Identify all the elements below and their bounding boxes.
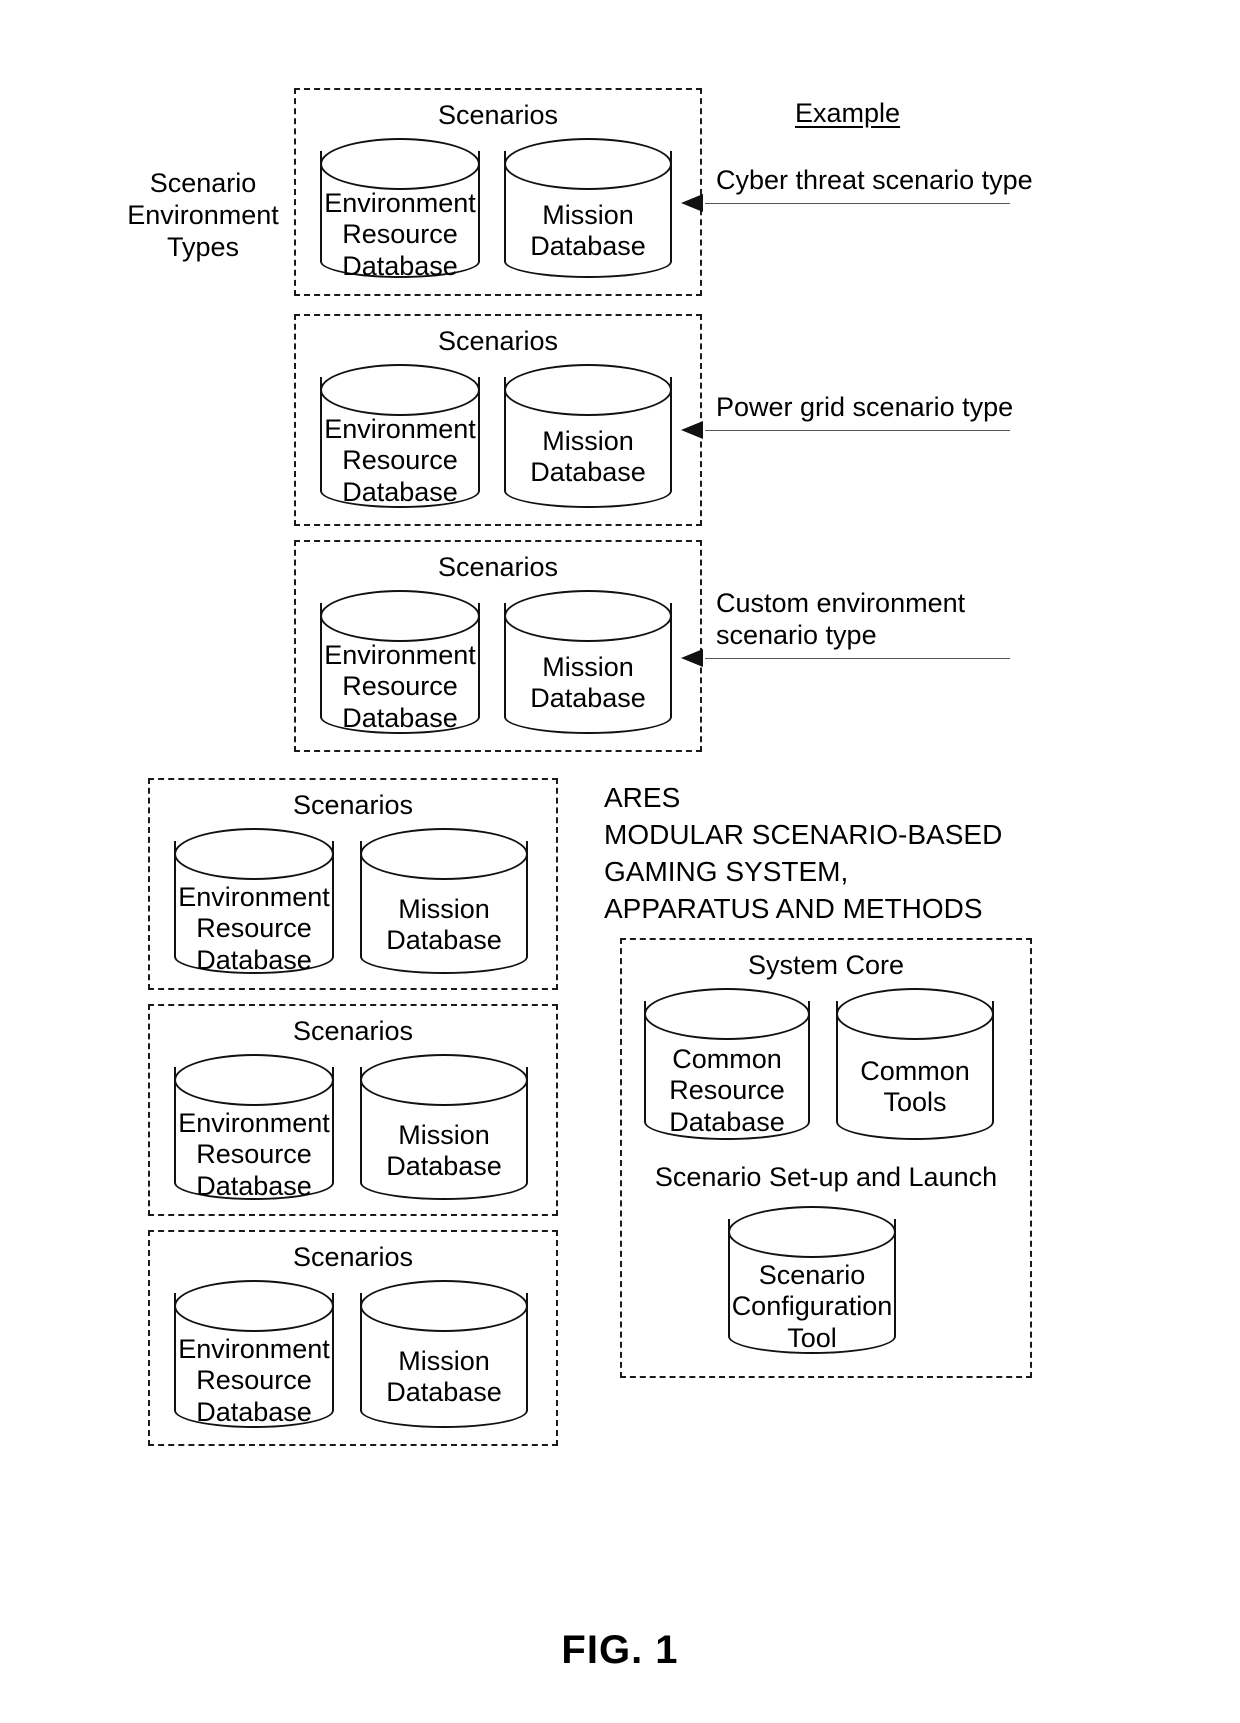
scenarios-title: Scenarios bbox=[292, 790, 414, 820]
scenarios-title: Scenarios bbox=[437, 552, 559, 582]
cylinder-label: Mission Database bbox=[386, 894, 502, 956]
cylinder-label: Mission Database bbox=[530, 652, 646, 714]
cylinder-top-ellipse bbox=[504, 138, 672, 190]
environment-resource-database: Environment Resource Database bbox=[174, 1054, 334, 1201]
callout-leader-line-3 bbox=[705, 658, 1010, 659]
scenarios-title: Scenarios bbox=[437, 326, 559, 356]
cylinder-top-ellipse bbox=[644, 988, 810, 1040]
environment-resource-database: Environment Resource Database bbox=[174, 828, 334, 975]
common-resource-database: Common Resource Database bbox=[644, 988, 810, 1140]
cylinder-top-ellipse bbox=[360, 1054, 528, 1106]
scenarios-title: Scenarios bbox=[292, 1242, 414, 1272]
scenario-configuration-tool: Scenario Configuration Tool bbox=[728, 1206, 896, 1354]
scenario-instance-box-1: Scenarios Environment Resource Database … bbox=[148, 778, 558, 990]
cylinder-top-ellipse bbox=[504, 590, 672, 642]
callout-leader-line-2 bbox=[705, 430, 1010, 431]
cylinder-label: Environment Resource Database bbox=[178, 1108, 330, 1201]
cylinder-top-ellipse bbox=[174, 828, 334, 880]
environment-resource-database: Environment Resource Database bbox=[320, 590, 480, 734]
system-title-block: ARES MODULAR SCENARIO-BASED GAMING SYSTE… bbox=[604, 782, 1003, 924]
mission-database: Mission Database bbox=[504, 364, 672, 508]
callout-arrow-head-2 bbox=[681, 421, 703, 439]
cylinder-label: Environment Resource Database bbox=[324, 414, 476, 507]
scenario-instance-box-2: Scenarios Environment Resource Database … bbox=[148, 1004, 558, 1216]
scenario-type-box-2: Scenarios Environment Resource Database … bbox=[294, 314, 702, 526]
cylinder-label: Mission Database bbox=[386, 1120, 502, 1182]
system-core-title: System Core bbox=[747, 950, 905, 980]
cylinder-top-ellipse bbox=[836, 988, 994, 1040]
scenarios-title: Scenarios bbox=[437, 100, 559, 130]
cylinder-top-ellipse bbox=[728, 1206, 896, 1258]
cylinder-top-ellipse bbox=[174, 1280, 334, 1332]
callout-arrow-head-1 bbox=[681, 194, 703, 212]
cylinder-top-ellipse bbox=[360, 1280, 528, 1332]
system-core-box: System Core Common Resource Database Com… bbox=[620, 938, 1032, 1378]
cylinder-label: Environment Resource Database bbox=[178, 882, 330, 975]
mission-database: Mission Database bbox=[360, 828, 528, 974]
cylinder-label: Mission Database bbox=[386, 1346, 502, 1408]
scenario-instance-box-3: Scenarios Environment Resource Database … bbox=[148, 1230, 558, 1446]
callout-arrow-head-3 bbox=[681, 649, 703, 667]
example-heading: Example bbox=[795, 98, 901, 128]
figure-caption: FIG. 1 bbox=[561, 1628, 679, 1672]
cylinder-label: Common Resource Database bbox=[669, 1044, 785, 1137]
mission-database: Mission Database bbox=[360, 1054, 528, 1200]
environment-resource-database: Environment Resource Database bbox=[320, 364, 480, 508]
cylinder-label: Scenario Configuration Tool bbox=[731, 1260, 893, 1353]
cylinder-label: Mission Database bbox=[530, 200, 646, 262]
cylinder-top-ellipse bbox=[320, 590, 480, 642]
mission-database: Mission Database bbox=[504, 590, 672, 734]
callout-label-custom-environment: Custom environment scenario type bbox=[716, 588, 966, 650]
cylinder-label: Common Tools bbox=[860, 1056, 970, 1118]
environment-resource-database: Environment Resource Database bbox=[320, 138, 480, 281]
scenario-environment-types-label: Scenario Environment Types bbox=[127, 168, 279, 262]
cylinder-label: Mission Database bbox=[530, 426, 646, 488]
environment-resource-database: Environment Resource Database bbox=[174, 1280, 334, 1428]
mission-database: Mission Database bbox=[360, 1280, 528, 1428]
scenario-setup-and-launch-title: Scenario Set-up and Launch bbox=[654, 1162, 998, 1192]
mission-database: Mission Database bbox=[504, 138, 672, 278]
cylinder-top-ellipse bbox=[504, 364, 672, 416]
cylinder-top-ellipse bbox=[320, 364, 480, 416]
figure-page: Scenario Environment Types Example Scena… bbox=[0, 0, 1240, 1723]
cylinder-label: Environment Resource Database bbox=[324, 188, 476, 281]
callout-label-cyber-threat: Cyber threat scenario type bbox=[716, 165, 1033, 195]
callout-leader-line-1 bbox=[705, 203, 1010, 204]
cylinder-label: Environment Resource Database bbox=[178, 1334, 330, 1427]
cylinder-top-ellipse bbox=[360, 828, 528, 880]
scenario-type-box-1: Scenarios Environment Resource Database … bbox=[294, 88, 702, 296]
scenarios-title: Scenarios bbox=[292, 1016, 414, 1046]
cylinder-top-ellipse bbox=[320, 138, 480, 190]
cylinder-top-ellipse bbox=[174, 1054, 334, 1106]
scenario-type-box-3: Scenarios Environment Resource Database … bbox=[294, 540, 702, 752]
cylinder-label: Environment Resource Database bbox=[324, 640, 476, 733]
common-tools: Common Tools bbox=[836, 988, 994, 1140]
callout-label-power-grid: Power grid scenario type bbox=[716, 392, 1014, 422]
